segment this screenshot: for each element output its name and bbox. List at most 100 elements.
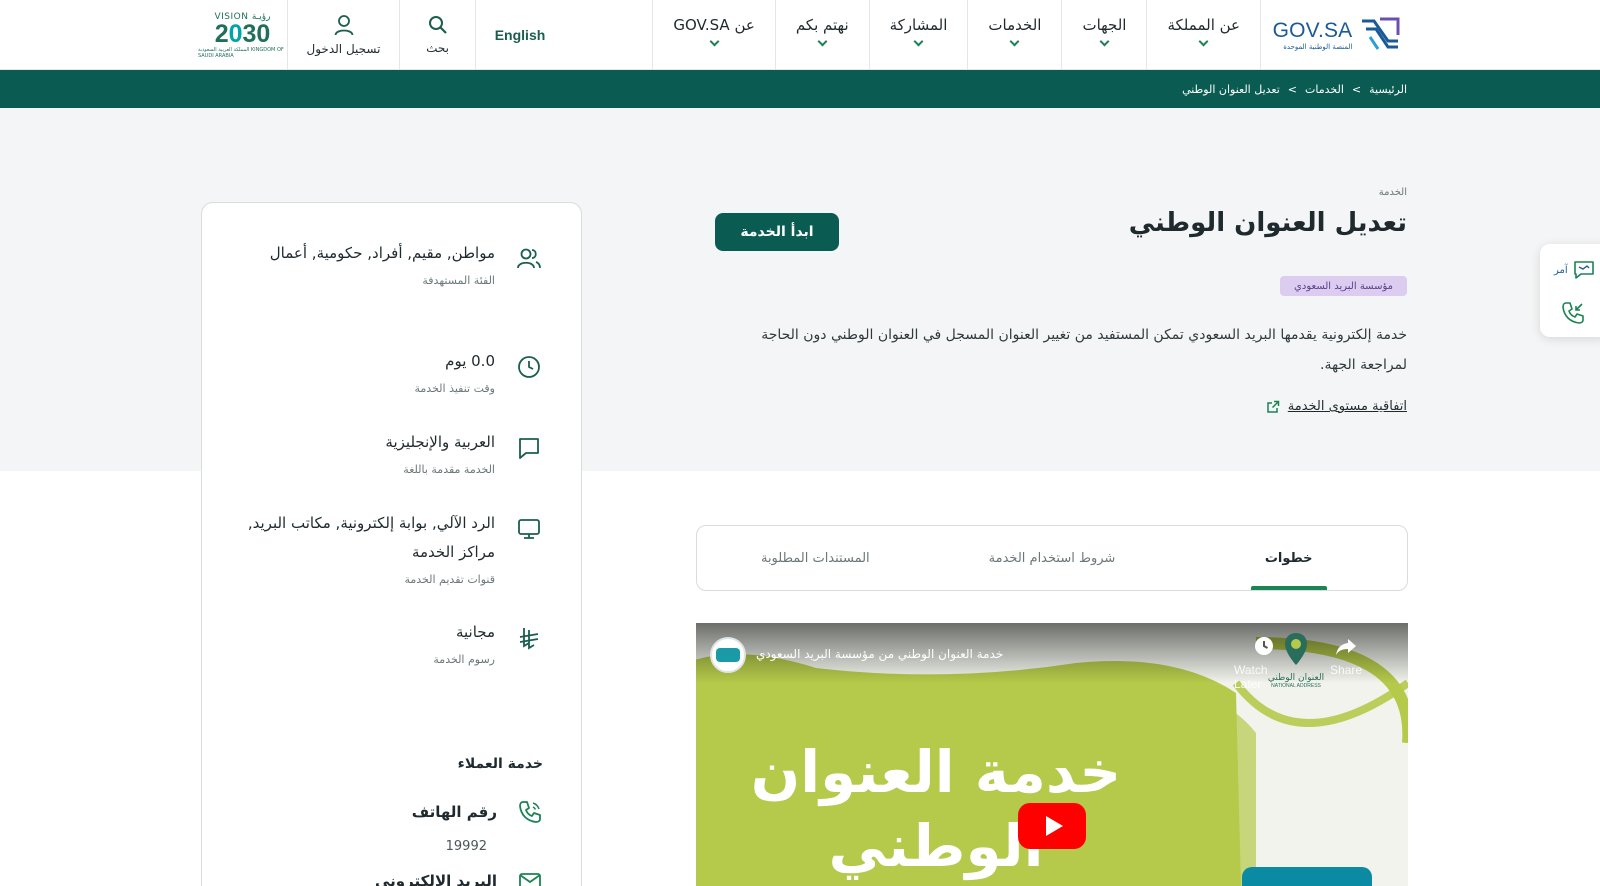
nav-label: المشاركة: [889, 16, 948, 34]
info-value: الرد الآلي, بوابة إلكترونية, مكاتب البري…: [247, 514, 495, 561]
login-label: تسجيل الدخول: [306, 42, 381, 56]
play-icon: [1045, 816, 1063, 836]
nav-participation[interactable]: المشاركة: [868, 0, 968, 70]
nav-label: نهتم بكم: [795, 16, 849, 34]
chat-button[interactable]: آمر: [1554, 258, 1596, 282]
chevron-down-icon: [913, 36, 924, 47]
clock-icon: [1255, 637, 1273, 655]
phone-row[interactable]: رقم الهاتف: [412, 799, 543, 825]
service-tabs: خطوات شروط استخدام الخدمة المستندات المط…: [696, 525, 1408, 591]
email-row[interactable]: البريد الإلكتروني: [375, 868, 543, 886]
sla-link-label: اتفاقية مستوى الخدمة: [1287, 399, 1407, 414]
external-link-icon: [1267, 400, 1280, 413]
info-languages: العربية والإنجليزية الخدمة مقدمة باللغة: [223, 428, 543, 476]
phone-label: رقم الهاتف: [411, 803, 497, 821]
riyal-icon: [519, 628, 539, 650]
clock-icon: [518, 356, 540, 378]
nav-we-care[interactable]: نهتم بكم: [774, 0, 869, 70]
utility-bar: VISION رؤيـة 2030 المملكة العربية السعود…: [198, 0, 564, 70]
main-navigation: عن المملكة الجهات الخدمات المشاركة نهتم …: [652, 0, 1260, 70]
share-label: Share: [1329, 663, 1363, 677]
info-value: 0.0 يوم: [445, 352, 495, 370]
video-title[interactable]: خدمة العنوان الوطني من مؤسسة البريد السع…: [756, 647, 1003, 661]
service-description: خدمة إلكترونية يقدمها البريد السعودي تمك…: [761, 327, 1407, 373]
vision-year-part: 0: [228, 19, 243, 48]
logo-subtitle: المنصة الوطنية الموحدة: [1283, 43, 1353, 51]
logo-wordmark: GOV.SA: [1272, 19, 1353, 42]
info-label: الفئة المستهدفة: [422, 274, 495, 287]
breadcrumb-bar: الرئيسية > الخدمات > تعديل العنوان الوطن…: [0, 70, 1600, 108]
nav-label: الخدمات: [988, 16, 1042, 34]
watch-later-button[interactable]: Watch Later: [1234, 635, 1294, 691]
gov-sa-logo[interactable]: GOV.SA المنصة الوطنية الموحدة: [1260, 0, 1414, 70]
watch-later-label: Watch Later: [1234, 663, 1268, 691]
nav-services[interactable]: الخدمات: [967, 0, 1061, 70]
channel-avatar[interactable]: [710, 637, 746, 673]
info-channels: الرد الآلي, بوابة إلكترونية, مكاتب البري…: [223, 509, 543, 586]
vision-2030-logo: VISION رؤيـة 2030 المملكة العربية السعود…: [198, 0, 288, 70]
service-kicker: الخدمة: [1378, 187, 1407, 198]
video-player[interactable]: خدمة العنوان الوطني من مؤسسة البريد السع…: [696, 623, 1408, 886]
nav-label: الجهات: [1082, 16, 1127, 34]
tab-steps[interactable]: خطوات: [1170, 526, 1407, 590]
breadcrumb-current: تعديل العنوان الوطني: [1182, 82, 1280, 96]
info-label: الخدمة مقدمة باللغة: [403, 463, 495, 476]
vision-year-part: 30: [242, 19, 271, 48]
user-icon: [334, 15, 353, 36]
info-execution-time: 0.0 يوم وقت تنفيذ الخدمة: [223, 347, 543, 395]
info-label: قنوات تقديم الخدمة: [404, 573, 495, 586]
nav-label: عن المملكة: [1167, 16, 1240, 34]
top-header: GOV.SA المنصة الوطنية الموحدة عن المملكة…: [0, 0, 1600, 70]
call-button[interactable]: [1560, 300, 1586, 326]
floating-help-widget: آمر: [1540, 244, 1600, 337]
language-switch[interactable]: English: [476, 0, 564, 70]
share-icon: [1336, 639, 1356, 655]
chevron-down-icon: [1198, 36, 1209, 47]
nav-about-govsa[interactable]: عن GOV.SA: [652, 0, 774, 70]
users-icon: [517, 248, 541, 269]
logo-mark-icon: [1362, 17, 1400, 50]
chat-icon: [1573, 261, 1594, 279]
nav-label: عن GOV.SA: [673, 16, 755, 34]
chevron-down-icon: [709, 36, 720, 47]
channel-logo-icon: [716, 648, 740, 662]
page-title: تعديل العنوان الوطني: [1128, 208, 1407, 238]
monitor-icon: [518, 519, 540, 539]
login-button[interactable]: تسجيل الدخول: [288, 0, 400, 70]
search-button[interactable]: بحث: [400, 0, 476, 70]
play-button[interactable]: [1018, 803, 1086, 849]
tab-documents[interactable]: المستندات المطلوبة: [697, 526, 934, 590]
start-service-button[interactable]: ابدأ الخدمة: [715, 213, 839, 251]
service-info-card: مواطن, مقيم, أفراد, حكومية, أعمال الفئة …: [201, 202, 582, 886]
vision-logo-sub: المملكة العربية السعودية KINGDOM OF SAUD…: [198, 46, 284, 59]
speech-bubble-icon: [519, 438, 539, 459]
phone-icon: [519, 801, 541, 823]
breadcrumb-services[interactable]: الخدمات: [1305, 83, 1344, 96]
vision-logo-year: 2030: [215, 19, 271, 48]
info-fees: مجانية رسوم الخدمة: [223, 618, 543, 666]
info-label: وقت تنفيذ الخدمة: [414, 382, 495, 395]
chevron-down-icon: [817, 36, 828, 47]
agency-badge[interactable]: مؤسسة البريد السعودي: [1280, 276, 1407, 296]
share-button[interactable]: Share: [1316, 635, 1376, 677]
info-value: العربية والإنجليزية: [385, 433, 495, 451]
incoming-call-icon: [1562, 302, 1584, 324]
customer-service-title: خدمة العملاء: [457, 756, 543, 772]
breadcrumb: الرئيسية > الخدمات > تعديل العنوان الوطن…: [1182, 70, 1407, 108]
phone-number[interactable]: 19992: [446, 839, 487, 854]
nav-about-kingdom[interactable]: عن المملكة: [1146, 0, 1260, 70]
nav-agencies[interactable]: الجهات: [1061, 0, 1146, 70]
email-label: البريد الإلكتروني: [375, 872, 497, 886]
search-label: بحث: [426, 41, 449, 55]
tab-terms[interactable]: شروط استخدام الخدمة: [934, 526, 1171, 590]
breadcrumb-home[interactable]: الرئيسية: [1369, 83, 1407, 96]
chevron-down-icon: [1099, 36, 1110, 47]
info-value: مجانية: [455, 623, 495, 641]
breadcrumb-separator: >: [1351, 82, 1362, 96]
video-caption-chip: [1242, 867, 1372, 886]
chat-label: آمر: [1554, 264, 1568, 276]
video-headline-line: خدمة العنوان: [750, 738, 1122, 806]
info-value: مواطن, مقيم, أفراد, حكومية, أعمال: [269, 244, 495, 262]
search-icon: [428, 16, 447, 34]
sla-link[interactable]: اتفاقية مستوى الخدمة: [1266, 399, 1407, 414]
